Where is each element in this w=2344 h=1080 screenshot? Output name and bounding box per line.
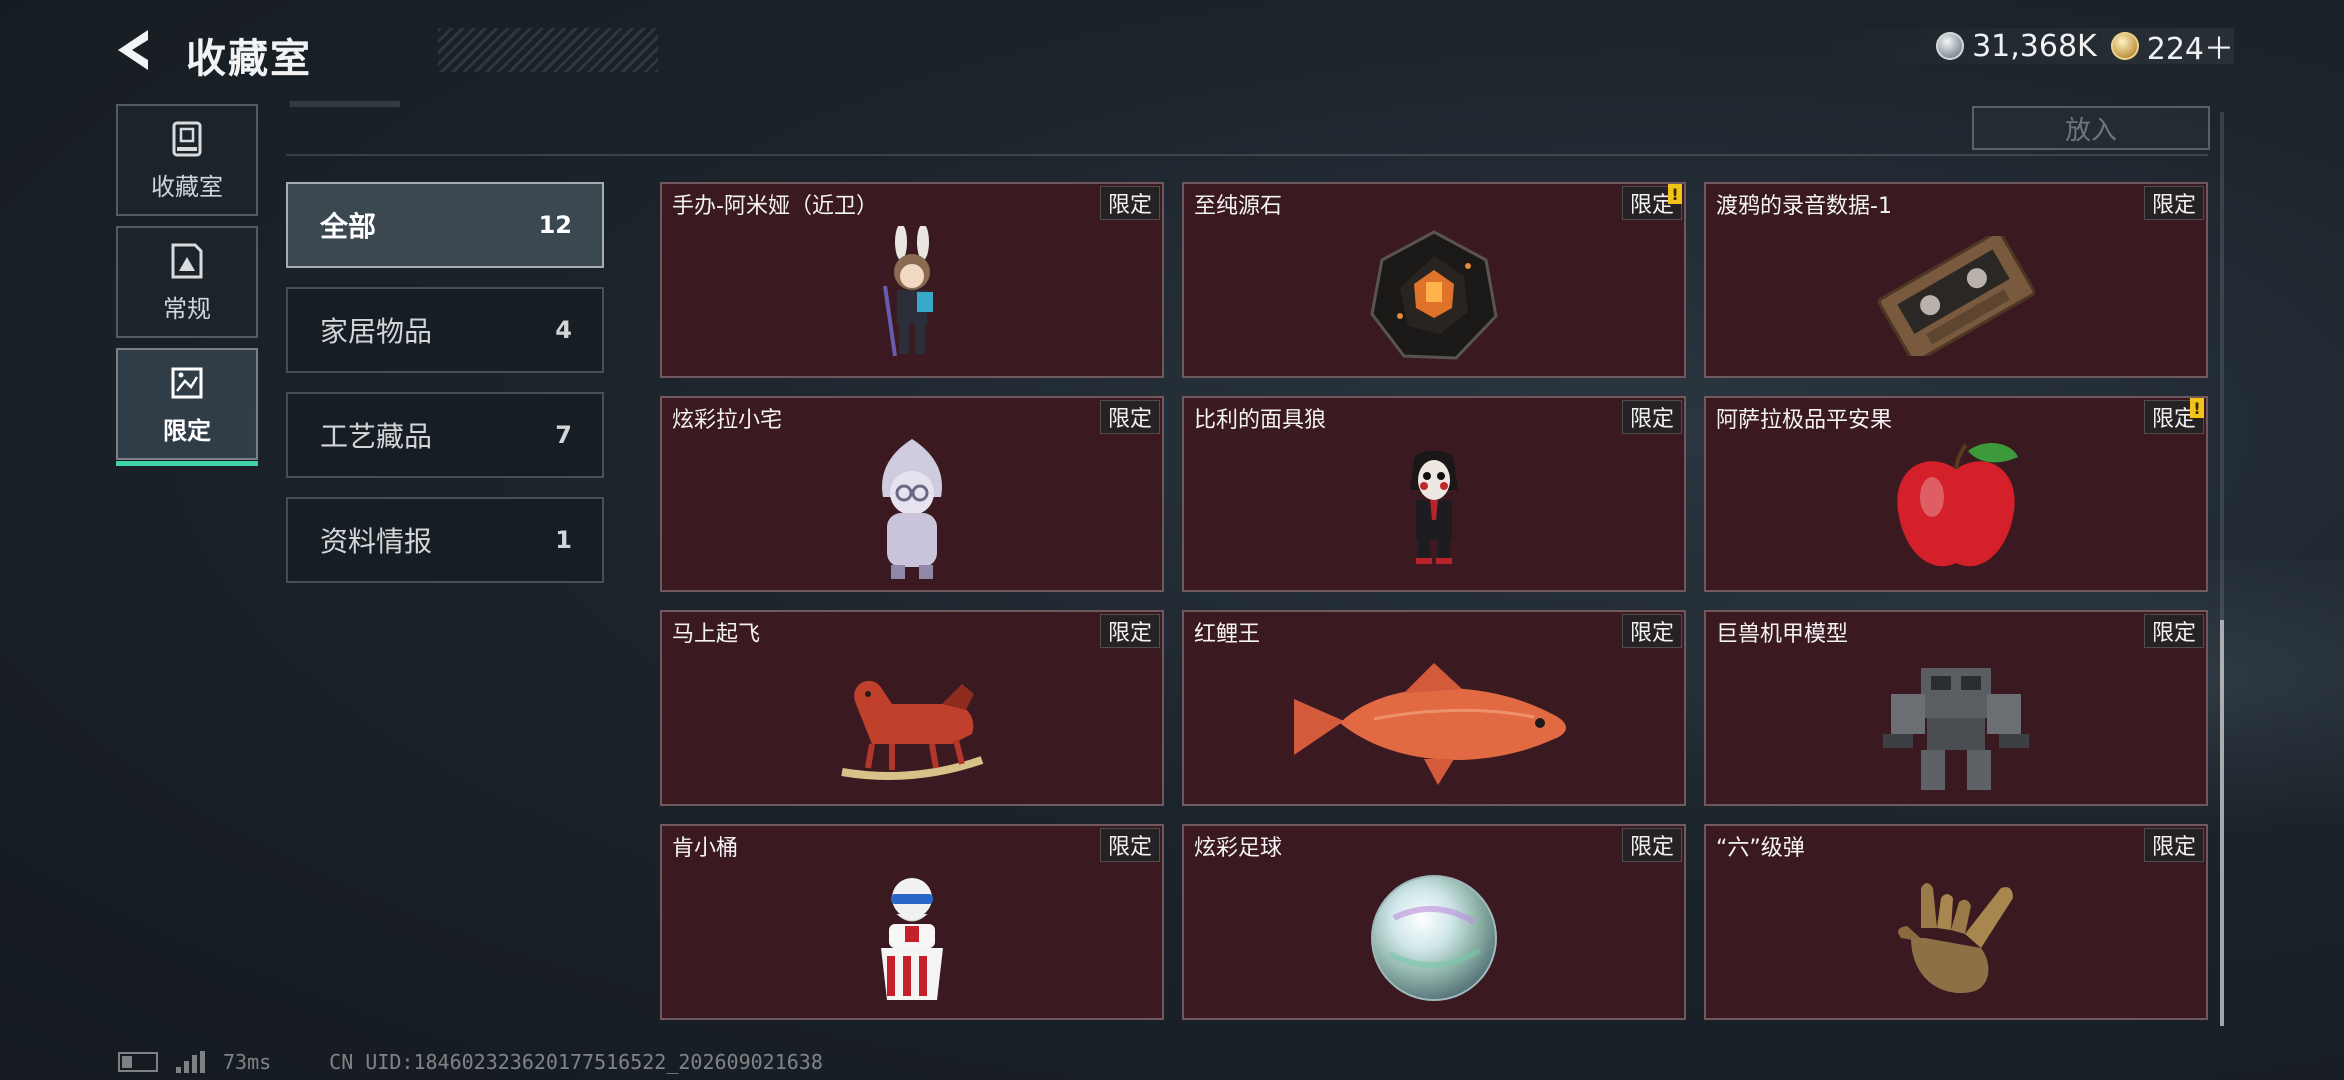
alert-icon: ! <box>1668 184 1682 204</box>
item-card[interactable]: 至纯源石 限定 ! <box>1182 182 1686 378</box>
item-name: 渡鸦的录音数据-1 <box>1716 194 1892 219</box>
back-button[interactable] <box>110 24 162 76</box>
divider <box>286 154 2208 156</box>
item-name: “六”级弹 <box>1716 836 1805 861</box>
limited-badge: 限定 <box>1100 614 1160 648</box>
category-count: 7 <box>555 421 572 449</box>
limited-badge: 限定 <box>1100 400 1160 434</box>
category-crafts[interactable]: 工艺藏品 7 <box>286 392 604 478</box>
bronze-hand-icon <box>1706 862 2206 1014</box>
uid-text: CN UID:18460232362017751652​2_2026090216… <box>329 1050 823 1074</box>
side-tab-label: 常规 <box>163 294 211 323</box>
mech-model-icon <box>1706 648 2206 800</box>
filter-sort-faint <box>290 92 410 117</box>
gold-currency[interactable]: 224＋ <box>2110 24 2234 68</box>
category-count: 1 <box>555 526 572 554</box>
cassette-tape-icon <box>1706 220 2206 372</box>
figure-amiya-icon <box>662 220 1162 372</box>
red-apple-icon <box>1706 434 2206 586</box>
page-title: 收藏室 <box>186 36 312 82</box>
rocking-horse-icon <box>662 648 1162 800</box>
category-name: 全部 <box>320 210 377 243</box>
currency-bar: 31,368K 224＋ <box>1814 28 2234 67</box>
status-bar: 73ms CN UID:18460232362017751652​2_20260… <box>118 1050 823 1074</box>
item-card[interactable]: 手办-阿米娅（近卫） 限定 <box>660 182 1164 378</box>
category-intel[interactable]: 资料情报 1 <box>286 497 604 583</box>
item-name: 炫彩足球 <box>1194 836 1283 861</box>
category-name: 家居物品 <box>320 315 433 348</box>
hooded-figure-icon <box>662 434 1162 586</box>
limited-badge: 限定 <box>1622 400 1682 434</box>
item-card[interactable]: 阿萨拉极品平安果 限定 ! <box>1704 396 2208 592</box>
top-toolbar: 放入 <box>286 88 2210 158</box>
item-name: 炫彩拉小宅 <box>672 408 783 433</box>
item-card[interactable]: 渡鸦的录音数据-1 限定 <box>1704 182 2208 378</box>
iridescent-ball-icon <box>1184 862 1684 1014</box>
side-tab-label: 限定 <box>163 416 211 445</box>
signal-icon <box>176 1051 205 1073</box>
colonel-bucket-icon <box>662 862 1162 1014</box>
item-card[interactable]: 炫彩足球 限定 <box>1182 824 1686 1020</box>
item-name: 肯小桶 <box>672 836 739 861</box>
side-tab-label: 收藏室 <box>151 172 223 201</box>
item-card[interactable]: 巨兽机甲模型 限定 <box>1704 610 2208 806</box>
item-card[interactable]: 炫彩拉小宅 限定 <box>660 396 1164 592</box>
scrollbar-thumb[interactable] <box>2220 620 2224 1026</box>
item-card[interactable]: 比利的面具狼 限定 <box>1182 396 1686 592</box>
collection-room-icon <box>172 121 202 156</box>
limited-badge: 限定 <box>2144 614 2204 648</box>
gold-currency-value: 224＋ <box>2146 32 2234 67</box>
active-tab-indicator <box>116 461 258 466</box>
item-name: 至纯源石 <box>1194 194 1283 219</box>
ping-text: 73ms <box>223 1050 272 1074</box>
battery-icon <box>118 1052 158 1072</box>
category-home-items[interactable]: 家居物品 4 <box>286 287 604 373</box>
item-name: 马上起飞 <box>672 622 761 647</box>
side-tab-regular[interactable]: 常规 <box>116 226 258 338</box>
category-all[interactable]: 全部 12 <box>286 182 604 268</box>
back-arrow-icon <box>118 30 148 70</box>
item-card[interactable]: 马上起飞 限定 <box>660 610 1164 806</box>
category-count: 12 <box>538 211 572 239</box>
item-name: 巨兽机甲模型 <box>1716 622 1849 647</box>
red-carp-icon <box>1184 648 1684 800</box>
puppet-doll-icon <box>1184 434 1684 586</box>
limited-badge: 限定 <box>2144 186 2204 220</box>
item-name: 阿萨拉极品平安果 <box>1716 408 1893 433</box>
side-tab-collection[interactable]: 收藏室 <box>116 104 258 216</box>
limited-photo-icon <box>171 367 203 398</box>
gold-coin-icon <box>2110 32 2139 60</box>
category-name: 资料情报 <box>320 525 433 558</box>
side-tab-limited[interactable]: 限定 <box>116 348 258 466</box>
item-card[interactable]: “六”级弹 限定 <box>1704 824 2208 1020</box>
silver-coin-icon <box>1936 32 1965 60</box>
limited-badge: 限定 <box>1100 828 1160 862</box>
silver-currency-value: 31,368K <box>1972 28 2097 64</box>
item-name: 手办-阿米娅（近卫） <box>672 194 878 219</box>
category-count: 4 <box>555 316 572 344</box>
item-name: 比利的面具狼 <box>1194 408 1327 433</box>
item-card[interactable]: 红鲤王 限定 <box>1182 610 1686 806</box>
originium-crystal-icon <box>1184 220 1684 372</box>
header: 收藏室 <box>110 24 658 82</box>
limited-badge: 限定 <box>1100 186 1160 220</box>
item-card[interactable]: 肯小桶 限定 <box>660 824 1164 1020</box>
limited-badge: 限定 <box>1622 614 1682 648</box>
item-name: 红鲤王 <box>1194 622 1261 647</box>
limited-badge: 限定 <box>1622 828 1682 862</box>
silver-currency[interactable]: 31,368K <box>1936 29 2097 64</box>
category-name: 工艺藏品 <box>320 420 433 453</box>
regular-photo-icon <box>171 243 203 278</box>
limited-badge: 限定 <box>2144 828 2204 862</box>
place-button[interactable]: 放入 <box>1972 106 2210 150</box>
alert-icon: ! <box>2190 398 2204 418</box>
